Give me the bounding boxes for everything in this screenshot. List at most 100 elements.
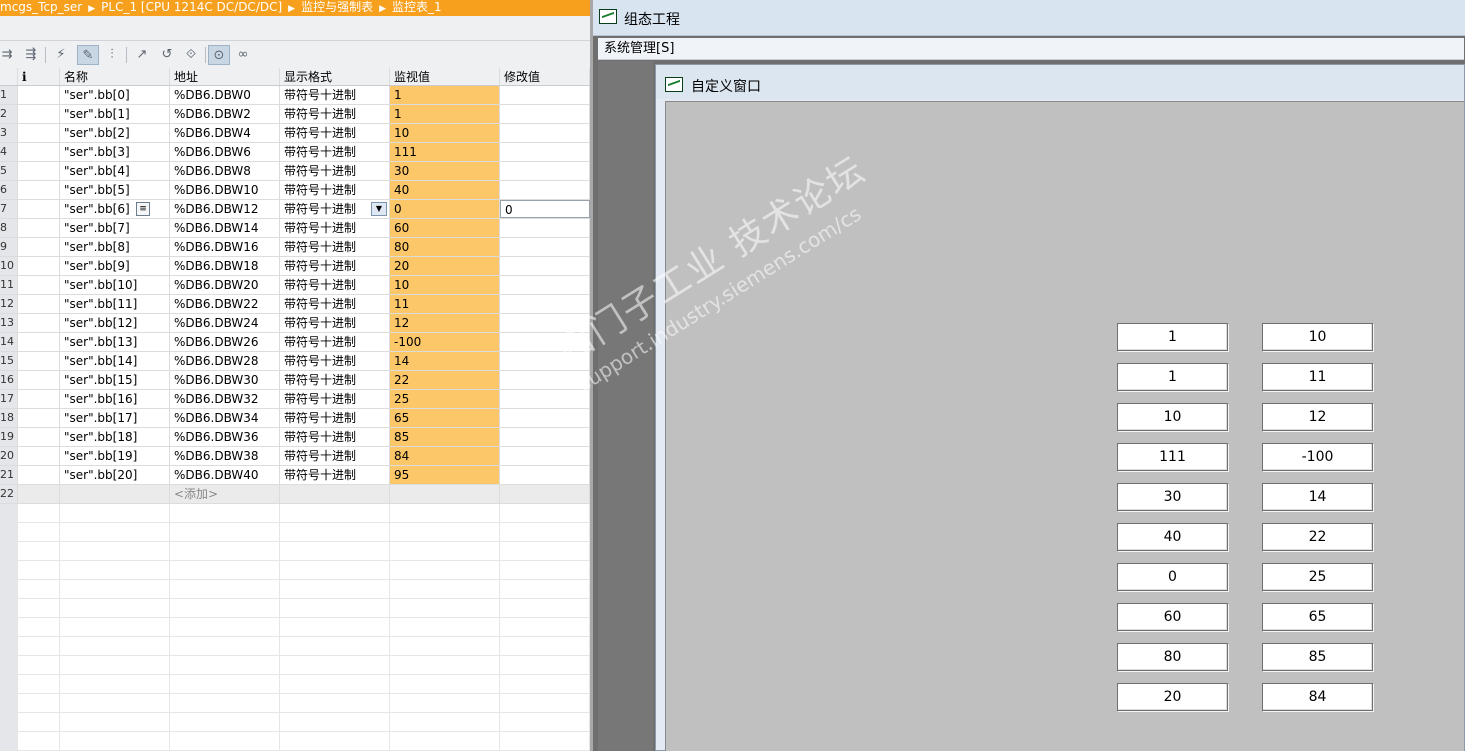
tag-name-cell[interactable]: "ser".bb[18] [60, 428, 170, 446]
address-cell[interactable]: %DB6.DBW16 [170, 238, 280, 256]
display-format-cell[interactable]: 带符号十进制 [280, 238, 390, 256]
address-cell[interactable]: %DB6.DBW4 [170, 124, 280, 142]
address-cell[interactable]: %DB6.DBW32 [170, 390, 280, 408]
add-row[interactable]: 22 <添加> [0, 485, 590, 504]
table-row[interactable]: 15 "ser".bb[14] %DB6.DBW28 带符号十进制 14 [0, 352, 590, 371]
header-name[interactable]: 名称 [60, 68, 170, 85]
tag-name-cell[interactable]: "ser".bb[2] [60, 124, 170, 142]
tag-name-cell[interactable]: "ser".bb[11] [60, 295, 170, 313]
value-box-left[interactable]: 10 [1117, 403, 1228, 431]
monitor-all-icon[interactable]: ✎ [77, 45, 99, 65]
value-box-right[interactable]: 22 [1262, 523, 1373, 551]
address-cell[interactable]: %DB6.DBW22 [170, 295, 280, 313]
value-box-right[interactable]: -100 [1262, 443, 1373, 471]
address-cell[interactable]: %DB6.DBW0 [170, 86, 280, 104]
add-new-label[interactable]: <添加> [170, 485, 280, 503]
display-format-cell[interactable]: 带符号十进制 [280, 124, 390, 142]
modify-value-cell[interactable] [500, 390, 590, 408]
display-format-cell[interactable]: 带符号十进制 [280, 295, 390, 313]
display-format-cell[interactable]: 带符号十进制 [280, 352, 390, 370]
address-cell[interactable]: %DB6.DBW30 [170, 371, 280, 389]
table-row[interactable]: 21 "ser".bb[20] %DB6.DBW40 带符号十进制 95 [0, 466, 590, 485]
row-number[interactable]: 10 [0, 257, 18, 275]
tag-name-cell[interactable]: "ser".bb[9] [60, 257, 170, 275]
address-cell[interactable]: %DB6.DBW2 [170, 105, 280, 123]
tag-name-cell[interactable]: "ser".bb[12] [60, 314, 170, 332]
format-dropdown-chevron-icon[interactable]: ▼ [371, 202, 387, 216]
modify-value-cell[interactable] [500, 181, 590, 199]
tag-name-cell[interactable]: "ser".bb[10] [60, 276, 170, 294]
value-box-left[interactable]: 1 [1117, 363, 1228, 391]
modify-now-icon[interactable]: ⚡ [50, 45, 72, 65]
modify-value-cell[interactable] [500, 409, 590, 427]
table-cell[interactable] [60, 485, 170, 503]
tag-name-cell[interactable]: "ser".bb[1] [60, 105, 170, 123]
address-cell[interactable]: %DB6.DBW28 [170, 352, 280, 370]
row-number[interactable]: 17 [0, 390, 18, 408]
row-number[interactable]: 3 [0, 124, 18, 142]
tag-name-cell[interactable]: "ser".bb[13] [60, 333, 170, 351]
tag-name-cell[interactable]: "ser".bb[20] [60, 466, 170, 484]
row-number[interactable]: 9 [0, 238, 18, 256]
tag-name-cell[interactable]: "ser".bb[16] [60, 390, 170, 408]
glasses-icon[interactable]: ∞ [232, 45, 254, 65]
force-icon[interactable]: ↗ [131, 45, 153, 65]
address-cell[interactable]: %DB6.DBW38 [170, 447, 280, 465]
row-number[interactable]: 19 [0, 428, 18, 446]
table-row[interactable]: 9 "ser".bb[8] %DB6.DBW16 带符号十进制 80 [0, 238, 590, 257]
row-number[interactable]: 12 [0, 295, 18, 313]
display-format-cell[interactable]: 带符号十进制 [280, 466, 390, 484]
breadcrumb-watch-table[interactable]: 监控表_1 [392, 0, 442, 14]
modify-value-cell[interactable] [500, 428, 590, 446]
value-box-left[interactable]: 60 [1117, 603, 1228, 631]
value-box-right[interactable]: 84 [1262, 683, 1373, 711]
modify-value-cell[interactable]: 0 [500, 200, 590, 218]
modify-value-cell[interactable] [500, 371, 590, 389]
value-box-right[interactable]: 12 [1262, 403, 1373, 431]
table-row[interactable]: 7 "ser".bb[6] %DB6.DBW12 带符号十进制 ▼ 0 0 ≡ [0, 200, 590, 219]
row-number[interactable]: 7 [0, 200, 18, 218]
expanded-mode-icon[interactable]: ⟐ [180, 45, 202, 65]
value-box-right[interactable]: 85 [1262, 643, 1373, 671]
table-row[interactable]: 12 "ser".bb[11] %DB6.DBW22 带符号十进制 11 [0, 295, 590, 314]
row-number[interactable]: 2 [0, 105, 18, 123]
value-box-left[interactable]: 1 [1117, 323, 1228, 351]
display-format-cell[interactable]: 带符号十进制 [280, 447, 390, 465]
modify-value-cell[interactable] [500, 162, 590, 180]
tag-list-icon[interactable]: ≡ [136, 202, 150, 216]
header-info[interactable]: i [18, 68, 60, 85]
value-box-left[interactable]: 80 [1117, 643, 1228, 671]
value-box-right[interactable]: 14 [1262, 483, 1373, 511]
row-number[interactable]: 15 [0, 352, 18, 370]
value-box-right[interactable]: 65 [1262, 603, 1373, 631]
table-row[interactable]: 1 "ser".bb[0] %DB6.DBW0 带符号十进制 1 [0, 86, 590, 105]
address-cell[interactable]: %DB6.DBW8 [170, 162, 280, 180]
row-number[interactable]: 8 [0, 219, 18, 237]
value-box-left[interactable]: 30 [1117, 483, 1228, 511]
tag-name-cell[interactable]: "ser".bb[3] [60, 143, 170, 161]
row-number[interactable]: 14 [0, 333, 18, 351]
display-format-cell[interactable]: 带符号十进制 [280, 390, 390, 408]
breadcrumb-project[interactable]: mcgs_Tcp_ser [0, 0, 82, 14]
header-display-format[interactable]: 显示格式 [280, 68, 390, 85]
table-row[interactable]: 3 "ser".bb[2] %DB6.DBW4 带符号十进制 10 [0, 124, 590, 143]
address-cell[interactable]: %DB6.DBW20 [170, 276, 280, 294]
display-format-cell[interactable]: 带符号十进制 [280, 409, 390, 427]
table-row[interactable]: 19 "ser".bb[18] %DB6.DBW36 带符号十进制 85 [0, 428, 590, 447]
display-format-cell[interactable]: 带符号十进制 [280, 86, 390, 104]
modify-value-cell[interactable] [500, 447, 590, 465]
modify-value-cell[interactable] [500, 257, 590, 275]
row-number[interactable]: 13 [0, 314, 18, 332]
header-address[interactable]: 地址 [170, 68, 280, 85]
modify-value-cell[interactable] [500, 238, 590, 256]
table-row[interactable]: 14 "ser".bb[13] %DB6.DBW26 带符号十进制 -100 [0, 333, 590, 352]
table-row[interactable]: 18 "ser".bb[17] %DB6.DBW34 带符号十进制 65 [0, 409, 590, 428]
monitor-once-icon[interactable]: ⊙ [208, 45, 230, 65]
display-format-cell[interactable]: 带符号十进制 [280, 162, 390, 180]
display-format-cell[interactable]: 带符号十进制 [280, 181, 390, 199]
tag-name-cell[interactable]: "ser".bb[5] [60, 181, 170, 199]
row-number[interactable]: 4 [0, 143, 18, 161]
row-number[interactable]: 20 [0, 447, 18, 465]
table-row[interactable]: 10 "ser".bb[9] %DB6.DBW18 带符号十进制 20 [0, 257, 590, 276]
table-row[interactable]: 17 "ser".bb[16] %DB6.DBW32 带符号十进制 25 [0, 390, 590, 409]
